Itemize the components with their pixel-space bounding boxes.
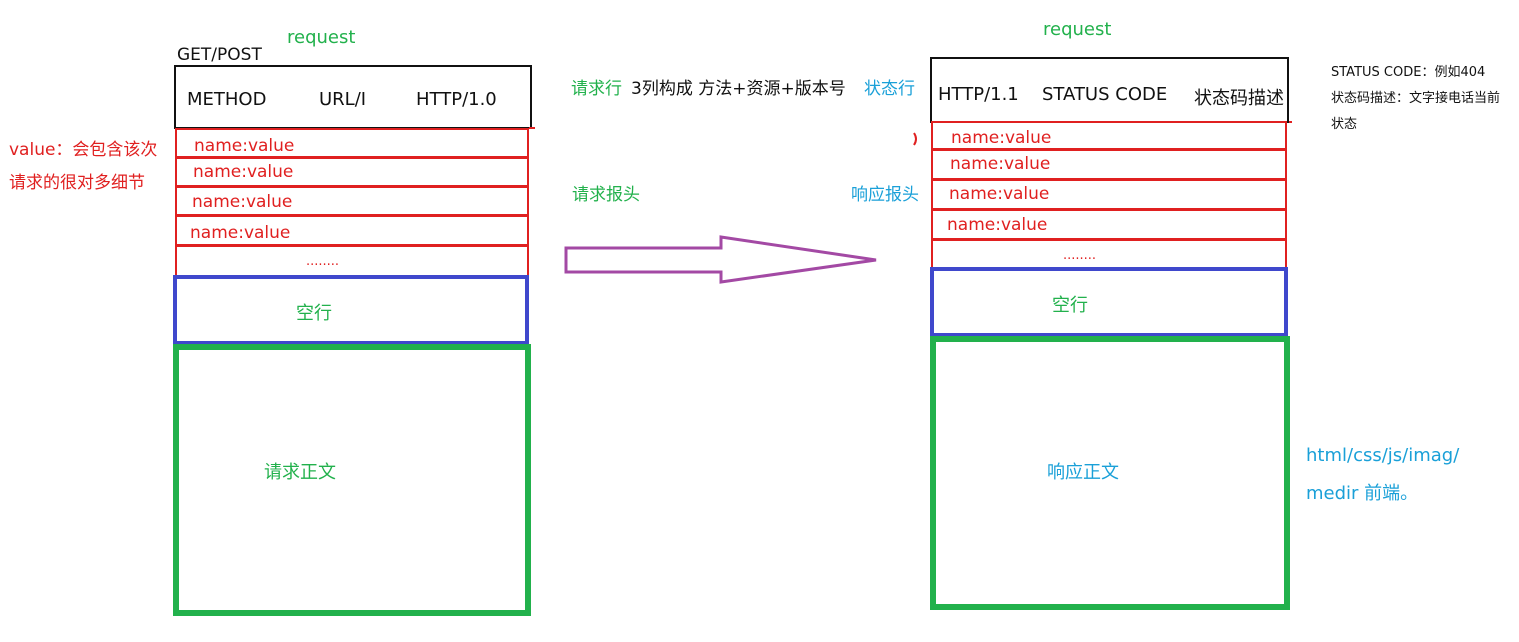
response-header-text: name:value xyxy=(951,128,1052,148)
response-blank-line-box xyxy=(930,267,1288,337)
status-code-note: 状态码描述：文字接电话当前 xyxy=(1331,91,1501,106)
frontend-note: html/css/js/imag/ xyxy=(1306,445,1460,466)
response-blank-line-label: 空行 xyxy=(1052,295,1088,316)
response-body-label: 响应正文 xyxy=(1047,462,1119,483)
response-header-row xyxy=(931,239,1287,269)
response-title: request xyxy=(1043,19,1112,40)
red-mark xyxy=(913,132,917,146)
response-header-text: name:value xyxy=(947,215,1048,235)
right-arrow-icon xyxy=(564,235,877,284)
status-code-note: STATUS CODE：例如404 xyxy=(1331,65,1486,80)
status-code: STATUS CODE xyxy=(1042,84,1168,105)
arrow-graphics xyxy=(529,121,1292,284)
response-ellipsis: ........ xyxy=(1063,248,1097,263)
frontend-note: medir 前端。 xyxy=(1306,483,1419,504)
response-header-text: name:value xyxy=(949,184,1050,204)
response-header-text: name:value xyxy=(950,154,1051,174)
status-version: HTTP/1.1 xyxy=(938,84,1019,105)
status-code-note: 状态 xyxy=(1331,117,1358,132)
status-desc: 状态码描述 xyxy=(1194,88,1284,109)
